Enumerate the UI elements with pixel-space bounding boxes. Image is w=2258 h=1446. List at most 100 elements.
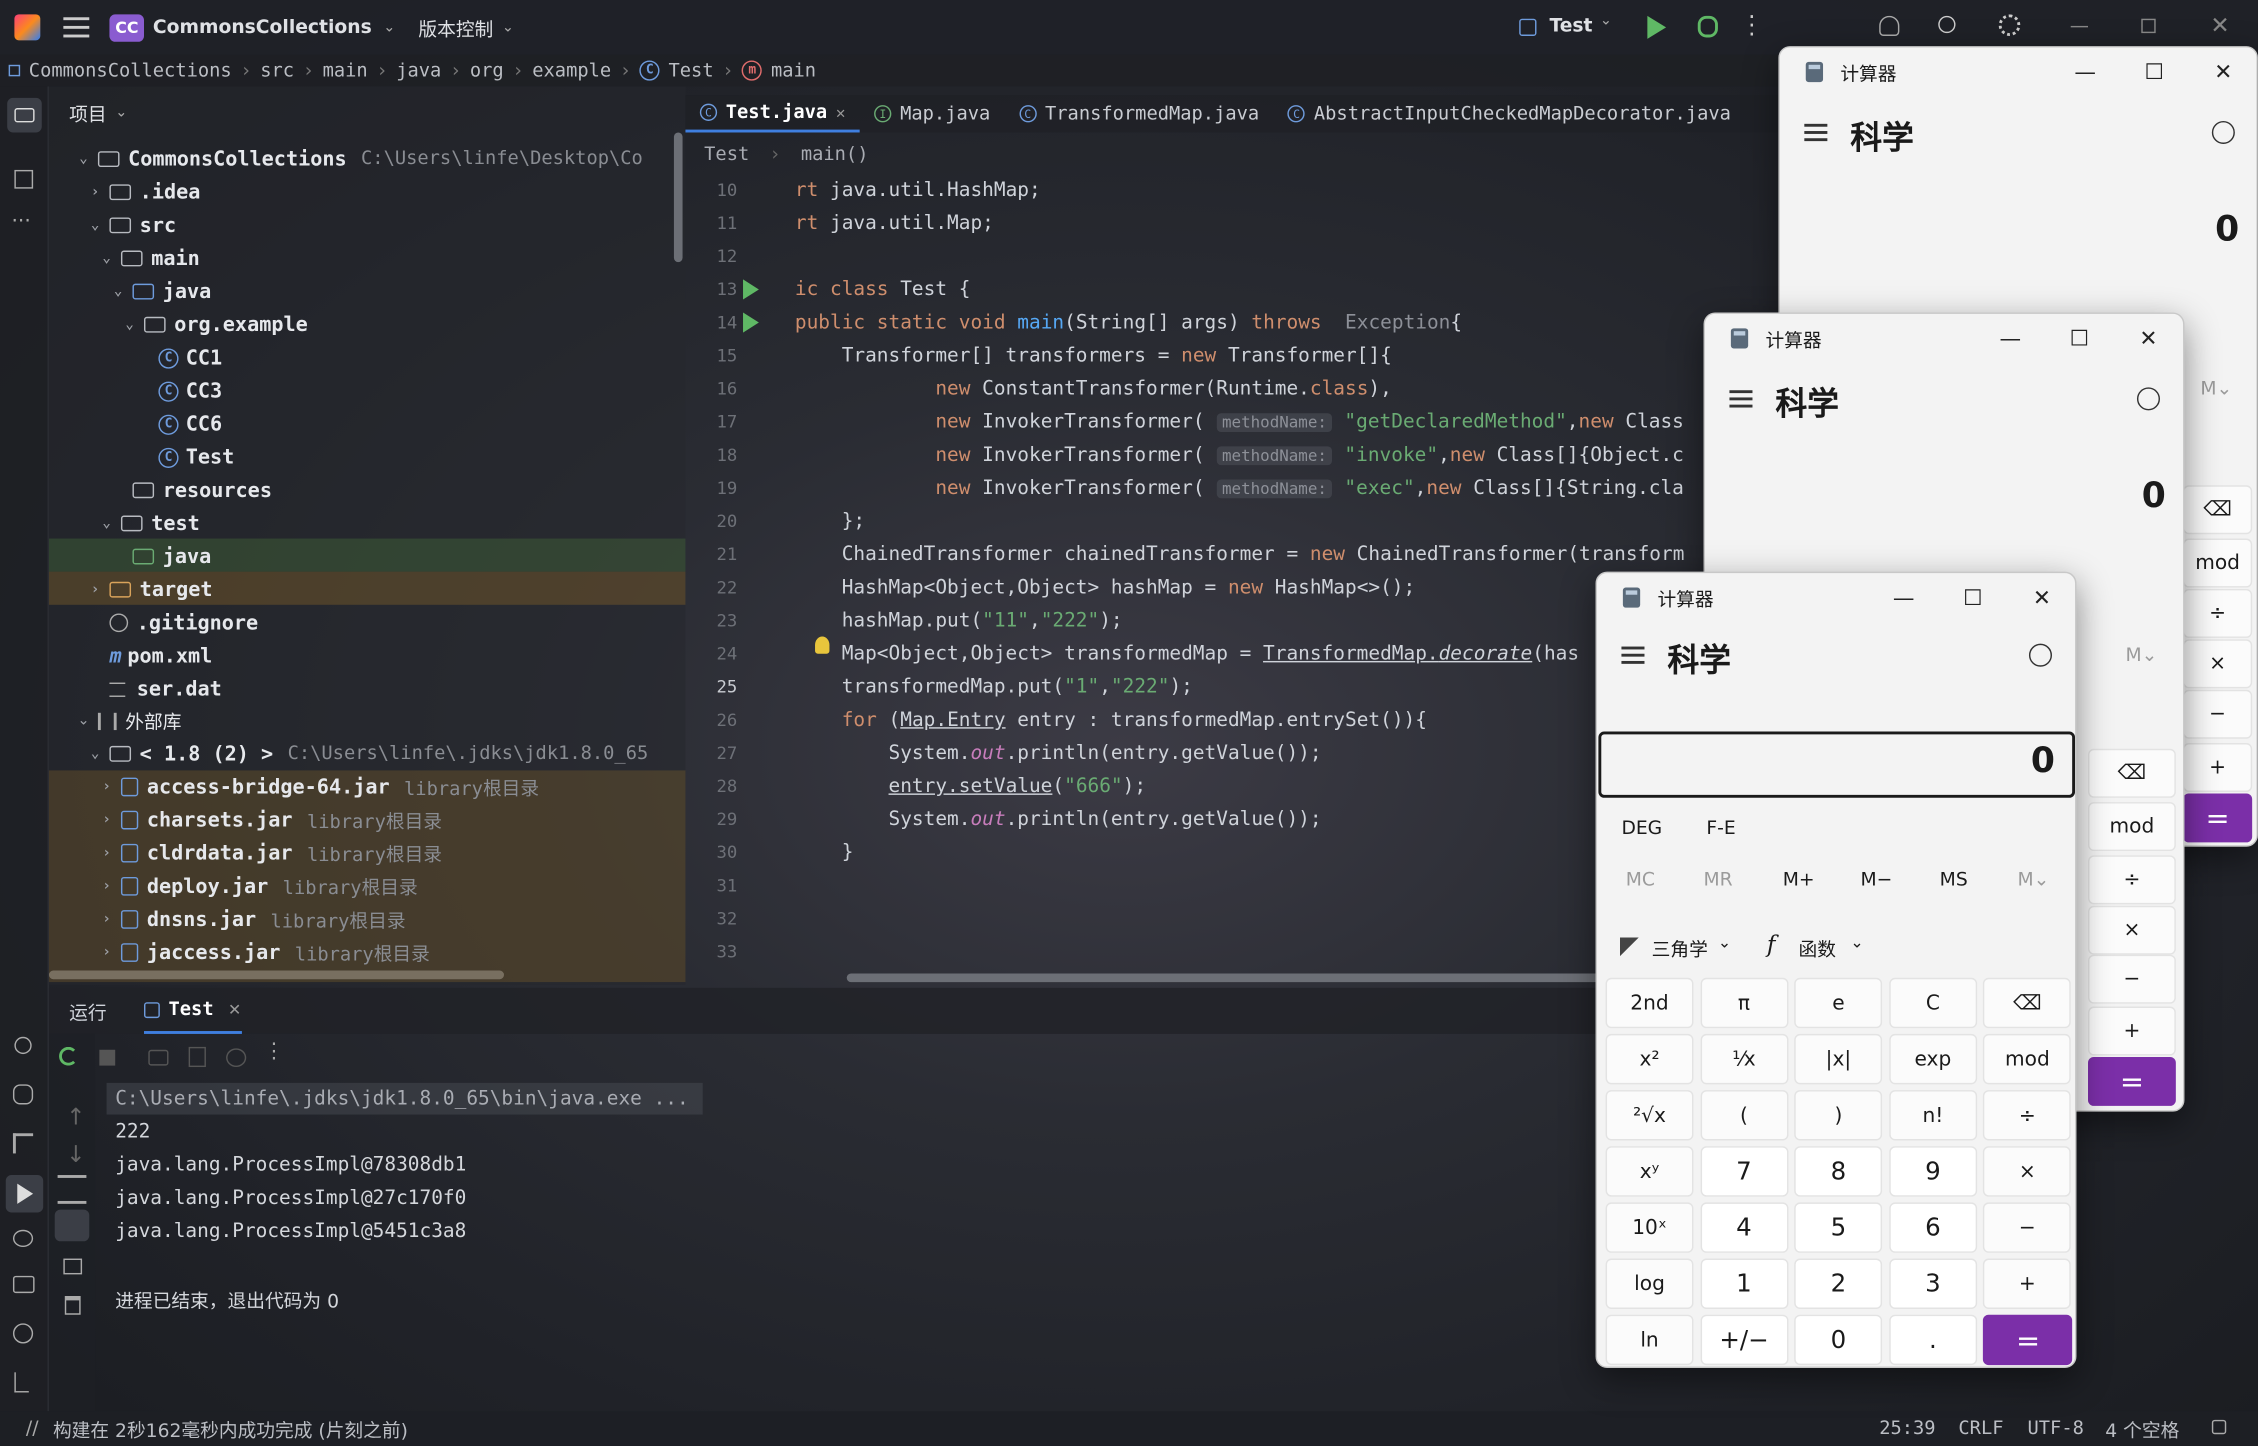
tab-test-java[interactable]: C Test.java ✕ — [685, 95, 860, 133]
divide-button[interactable]: ÷ — [2183, 588, 2253, 638]
memory-view-button[interactable]: M⌄ — [2017, 870, 2049, 892]
terminal-tool-icon[interactable] — [12, 1275, 35, 1294]
square-button[interactable]: x² — [1605, 1033, 1694, 1085]
code-line[interactable]: } — [795, 841, 854, 864]
reciprocal-button[interactable]: ¹⁄x — [1700, 1033, 1788, 1085]
close-icon[interactable]: ✕ — [836, 103, 846, 122]
tree-item-pom[interactable]: m pom.xml — [109, 639, 212, 672]
code-line[interactable]: System.out.println(entry.getValue()); — [795, 808, 1322, 831]
soft-wrap-icon[interactable] — [57, 1175, 87, 1204]
run-config-selector[interactable]: Test — [1549, 16, 1592, 38]
tab-abstractinputcheckedmapdecorator-java[interactable]: C AbstractInputCheckedMapDecorator.java — [1274, 95, 1746, 132]
code-line[interactable]: public static void main(String[] args) t… — [795, 311, 1462, 334]
maximize-icon[interactable] — [2141, 18, 2156, 34]
code-line[interactable]: ChainedTransformer chainedTransformer = … — [795, 543, 1685, 566]
editor-crumb-class[interactable]: Test — [704, 143, 749, 165]
console-output[interactable] — [95, 1080, 1777, 1408]
code-line[interactable]: entry.setValue("666"); — [795, 775, 1147, 798]
tree-item-java[interactable]: ⌄ java — [109, 275, 212, 308]
code-line[interactable]: hashMap.put("11","222"); — [795, 609, 1123, 632]
close-button[interactable]: ✕ — [2114, 314, 2183, 363]
run-icon[interactable] — [1647, 15, 1667, 39]
print-icon[interactable] — [63, 1258, 83, 1275]
divide-button[interactable]: ÷ — [1983, 1090, 2072, 1141]
tree-item-resources[interactable]: resources — [132, 474, 272, 507]
jar-item[interactable]: › deploy.jar library根目录 — [98, 870, 418, 903]
run-tool-icon[interactable] — [5, 1175, 44, 1213]
search-tool-icon[interactable] — [14, 1036, 32, 1055]
fe-button[interactable]: F-E — [1706, 818, 1735, 840]
status-message[interactable]: 构建在 2秒162毫秒内成功完成 (片刻之前) — [53, 1415, 408, 1443]
exp-button[interactable]: exp — [1888, 1033, 1977, 1085]
tree-item-src[interactable]: ⌄ src — [86, 209, 176, 242]
code-line[interactable]: System.out.println(entry.getValue()); — [795, 742, 1322, 765]
backspace-button[interactable]: ⌫ — [2183, 485, 2253, 535]
minimize-button[interactable]: — — [1869, 573, 1938, 622]
run-gutter-icon[interactable] — [743, 312, 759, 333]
tree-item-package[interactable]: ⌄ org.example — [121, 308, 307, 341]
calculator-window-front[interactable]: 计算器 — ☐ ✕ 科学 0 DEG F-E MC MR M+ M− MS M⌄… — [1595, 571, 2077, 1368]
tree-item-external-libs[interactable]: ⌄ 外部库 — [75, 704, 181, 737]
jar-item[interactable]: › access-bridge-64.jar library根目录 — [98, 770, 539, 803]
minus-button[interactable]: − — [2183, 689, 2253, 739]
equals-button[interactable]: = — [2088, 1056, 2176, 1106]
crumb-org[interactable]: org — [470, 60, 504, 82]
history-icon[interactable] — [2211, 120, 2235, 144]
maximize-button[interactable]: ☐ — [2120, 48, 2189, 97]
code-line[interactable]: HashMap<Object,Object> hashMap = new Has… — [795, 576, 1416, 599]
clear-button[interactable]: C — [1888, 977, 1977, 1029]
more-actions-icon[interactable]: · · · — [271, 1035, 277, 1070]
indent-setting[interactable]: 4 个空格 — [2105, 1415, 2179, 1443]
decimal-button[interactable]: . — [1888, 1314, 1977, 1366]
jar-item[interactable]: › cldrdata.jar library根目录 — [98, 837, 442, 870]
restore-layout-icon[interactable] — [188, 1046, 206, 1068]
crumb-class[interactable]: Test — [669, 60, 714, 82]
tree-item-cc6[interactable]: C CC6 — [158, 408, 222, 441]
close-paren-button[interactable]: ) — [1794, 1090, 1883, 1141]
digit-7-button[interactable]: 7 — [1700, 1146, 1788, 1197]
equals-button[interactable]: = — [2183, 793, 2253, 843]
build-tool-icon[interactable] — [12, 1133, 34, 1154]
minimize-button[interactable]: — — [1976, 314, 2045, 363]
code-line[interactable]: Map<Object,Object> transformedMap = Tran… — [795, 642, 1579, 665]
run-tab[interactable]: Test ✕ — [144, 988, 242, 1034]
tree-item-serdat[interactable]: ser.dat — [109, 672, 222, 705]
memory-add-button[interactable]: M+ — [1783, 870, 1815, 892]
crumb-example[interactable]: example — [532, 60, 611, 82]
code-line[interactable]: new ConstantTransformer(Runtime.class), — [795, 377, 1391, 400]
trigonometry-dropdown[interactable]: 三角学 — [1652, 935, 1708, 962]
tree-item-idea[interactable]: › .idea — [86, 176, 201, 209]
services-tool-icon[interactable] — [12, 1229, 34, 1248]
code-line[interactable]: rt java.util.HashMap; — [795, 179, 1041, 202]
digit-5-button[interactable]: 5 — [1794, 1202, 1883, 1253]
caret-position[interactable]: 25:39 — [1879, 1418, 1935, 1440]
memory-subtract-button[interactable]: M− — [1860, 870, 1892, 892]
digit-2-button[interactable]: 2 — [1794, 1258, 1883, 1309]
project-badge[interactable]: CC — [109, 13, 145, 42]
memory-recall-button[interactable]: MR — [1704, 870, 1733, 892]
run-gutter-icon[interactable] — [743, 279, 759, 300]
digit-0-button[interactable]: 0 — [1794, 1314, 1883, 1366]
tree-item-gitignore[interactable]: .gitignore — [109, 606, 258, 639]
digit-1-button[interactable]: 1 — [1700, 1258, 1788, 1309]
multiply-button[interactable]: × — [2183, 639, 2253, 689]
minimize-button[interactable]: — — [2051, 48, 2120, 97]
plus-button[interactable]: + — [2183, 743, 2253, 793]
code-line[interactable]: }; — [795, 510, 865, 533]
close-icon[interactable]: ✕ — [2210, 12, 2229, 39]
maximize-button[interactable]: ☐ — [2045, 314, 2114, 363]
memory-view-button[interactable]: M⌄ — [2200, 379, 2232, 401]
project-panel-header[interactable]: 项目 ⌄ — [49, 86, 685, 138]
plus-button[interactable]: + — [2088, 1006, 2176, 1056]
debug-tool-icon[interactable] — [12, 1084, 34, 1105]
log-button[interactable]: log — [1605, 1258, 1694, 1309]
mod-button[interactable]: mod — [1983, 1033, 2072, 1085]
camera-icon[interactable] — [148, 1049, 169, 1066]
close-button[interactable]: ✕ — [2007, 573, 2075, 622]
code-line[interactable]: rt java.util.Map; — [795, 212, 994, 235]
gear-icon[interactable] — [1998, 14, 2021, 36]
tree-item-jdk[interactable]: ⌄ < 1.8 (2) > C:\Users\linfe\.jdks\jdk1.8.… — [86, 737, 649, 770]
tree-item-cc1[interactable]: C CC1 — [158, 341, 222, 374]
structure-tool-icon[interactable] — [14, 169, 34, 189]
file-encoding[interactable]: UTF-8 — [2028, 1418, 2084, 1440]
